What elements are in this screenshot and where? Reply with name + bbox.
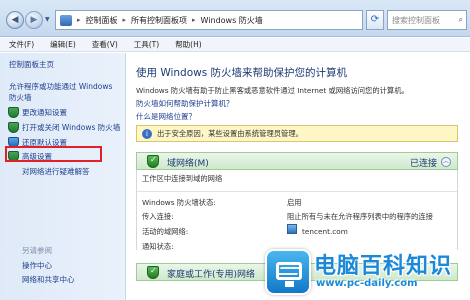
notification-state-label: 通知状态: xyxy=(142,242,174,251)
chevron-up-icon[interactable]: ︿ xyxy=(441,157,451,167)
watermark: 电脑百科知识 www.pc-daily.com xyxy=(262,246,470,300)
breadcrumb-separator[interactable]: ▸ xyxy=(77,16,81,24)
shield-check-icon xyxy=(147,266,159,279)
search-icon[interactable]: ⌕ xyxy=(459,15,463,25)
active-domain-value: tencent.com xyxy=(302,227,348,236)
sidebar: 控制面板主页 允许程序或功能通过 Windows 防火墙 更改通知设置 打开或关… xyxy=(0,53,126,300)
sidebar-link-action-center[interactable]: 操作中心 xyxy=(22,260,52,271)
sidebar-item-troubleshoot[interactable]: 对网络进行疑难解答 xyxy=(22,166,90,177)
domain-network-details: 工作区中连接到域的网络 Windows 防火墙状态: 启用 传入连接: 阻止所有… xyxy=(136,170,458,251)
shield-green-icon xyxy=(8,122,19,133)
domain-network-header[interactable]: 域网络(M) 已连接 ︿ xyxy=(136,152,458,170)
breadcrumb-all-items[interactable]: 所有控制面板项 xyxy=(131,15,187,26)
pulse-shape xyxy=(277,267,301,275)
address-bar: ◀ ▶ ▼ ▸ 控制面板 ▸ 所有控制面板项 ▸ Windows 防火墙 ⟳ 搜… xyxy=(0,0,470,37)
watermark-url: www.pc-daily.com xyxy=(316,278,418,289)
menu-tools[interactable]: 工具(T) xyxy=(134,39,159,50)
monitor-stand-shape xyxy=(285,281,294,287)
active-domain-label: 活动的域网络: xyxy=(142,227,189,236)
shield-check-icon xyxy=(147,155,159,168)
control-panel-icon xyxy=(60,14,72,26)
domain-network-desc: 工作区中连接到域的网络 xyxy=(142,174,223,183)
domain-network-icon xyxy=(287,224,297,234)
admin-notice-bar: i 出于安全原因，某些设置由系统管理员管理。 xyxy=(136,125,458,142)
admin-notice-text: 出于安全原因，某些设置由系统管理员管理。 xyxy=(157,128,303,138)
info-icon: i xyxy=(142,128,152,139)
page-title: 使用 Windows 防火墙来帮助保护您的计算机 xyxy=(136,67,348,79)
divider xyxy=(137,191,457,192)
refresh-button[interactable]: ⟳ xyxy=(366,10,384,30)
search-placeholder: 搜索控制面板 xyxy=(392,15,440,25)
help-link-firewall[interactable]: 防火墙如何帮助保护计算机？ xyxy=(136,98,234,109)
menu-edit[interactable]: 编辑(E) xyxy=(50,39,76,50)
domain-network-title: 域网络(M) xyxy=(167,159,209,169)
menu-file[interactable]: 文件(F) xyxy=(9,39,34,50)
sidebar-see-also-label: 另请参阅 xyxy=(22,246,52,255)
sidebar-link-network-center[interactable]: 网络和共享中心 xyxy=(22,274,75,285)
menu-help[interactable]: 帮助(H) xyxy=(175,39,202,50)
incoming-connections-value: 阻止所有与未在允许程序列表中的程序的连接 xyxy=(287,212,433,221)
back-button[interactable]: ◀ xyxy=(6,11,24,29)
page-description: Windows 防火墙有助于防止黑客或恶意软件通过 Internet 或网络访问… xyxy=(136,86,409,95)
incoming-connections-label: 传入连接: xyxy=(142,212,174,221)
menu-bar: 文件(F) 编辑(E) 查看(V) 工具(T) 帮助(H) xyxy=(0,38,470,52)
help-link-network-location[interactable]: 什么是网络位置？ xyxy=(136,111,196,122)
breadcrumb-firewall[interactable]: Windows 防火墙 xyxy=(201,15,263,26)
sidebar-home-link[interactable]: 控制面板主页 xyxy=(9,59,54,70)
firewall-state-value: 启用 xyxy=(287,198,302,207)
forward-button[interactable]: ▶ xyxy=(25,11,43,29)
firewall-state-label: Windows 防火墙状态: xyxy=(142,198,216,207)
search-input[interactable]: 搜索控制面板 ⌕ xyxy=(387,10,467,30)
menu-view[interactable]: 查看(V) xyxy=(92,39,118,50)
watermark-logo-icon xyxy=(265,249,311,295)
breadcrumb[interactable]: ▸ 控制面板 ▸ 所有控制面板项 ▸ Windows 防火墙 xyxy=(55,10,363,30)
shield-green-icon xyxy=(8,107,19,118)
sidebar-item-notifications[interactable]: 更改通知设置 xyxy=(22,107,67,118)
breadcrumb-separator[interactable]: ▸ xyxy=(192,16,196,24)
sidebar-item-allow-programs[interactable]: 允许程序或功能通过 Windows xyxy=(9,81,112,92)
sidebar-item-toggle-firewall[interactable]: 打开或关闭 Windows 防火墙 xyxy=(22,122,120,133)
sidebar-item-allow-programs-cont[interactable]: 防火墙 xyxy=(9,92,32,103)
recent-pages-dropdown[interactable]: ▼ xyxy=(45,16,50,23)
highlight-annotation xyxy=(5,146,102,162)
breadcrumb-separator[interactable]: ▸ xyxy=(123,16,127,24)
domain-network-status: 已连接 xyxy=(409,159,437,169)
home-network-title: 家庭或工作(专用)网络 xyxy=(167,270,256,280)
breadcrumb-control-panel[interactable]: 控制面板 xyxy=(86,15,118,26)
watermark-title: 电脑百科知识 xyxy=(314,254,453,279)
